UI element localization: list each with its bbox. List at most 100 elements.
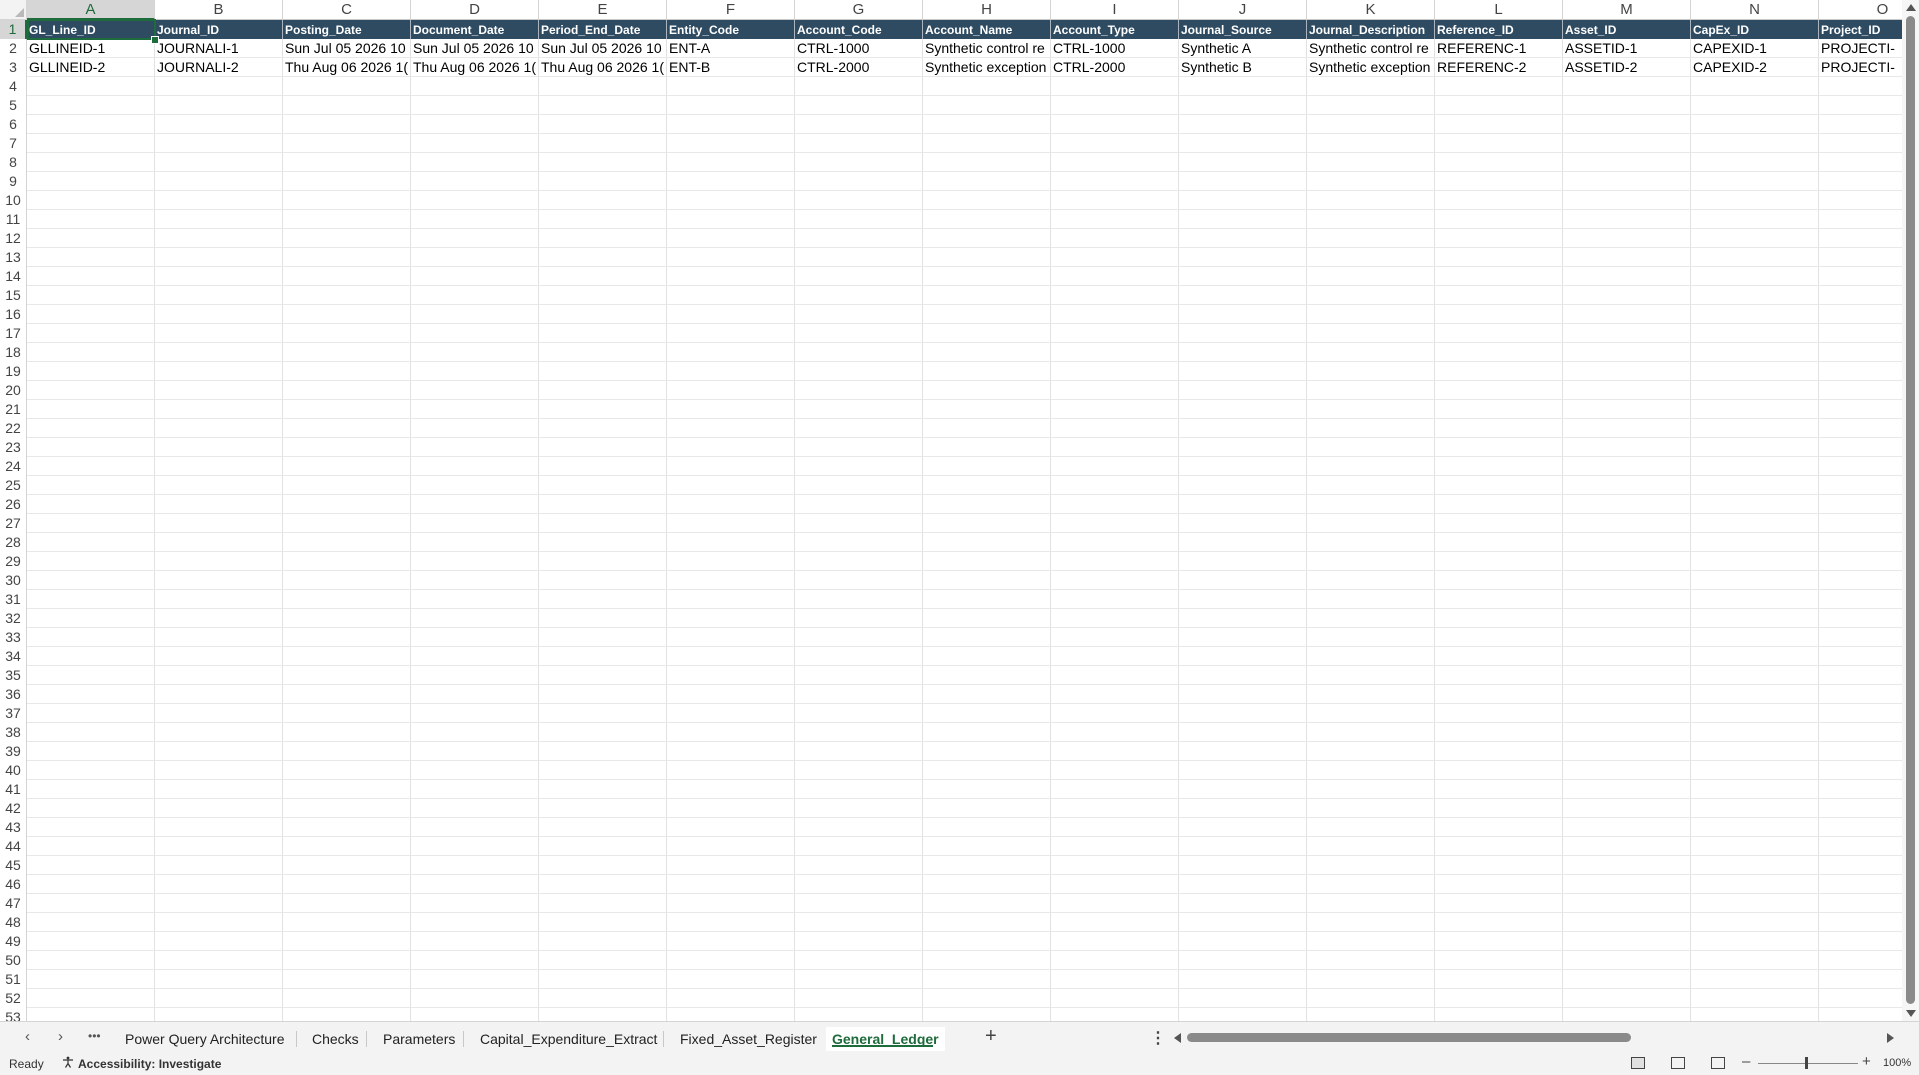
row-header[interactable]: 27 <box>0 514 27 533</box>
data-cell[interactable]: Sun Jul 05 2026 10 <box>411 39 539 58</box>
data-cell[interactable]: CTRL-1000 <box>795 39 923 58</box>
tab-general-ledger[interactable]: General_Ledger <box>826 1027 945 1051</box>
next-sheet-icon[interactable]: › <box>58 1028 63 1045</box>
header-cell[interactable]: Journal_Description <box>1307 20 1435 39</box>
header-cell[interactable]: Posting_Date <box>283 20 411 39</box>
row-header[interactable]: 6 <box>0 115 27 134</box>
row-header[interactable]: 53 <box>0 1008 27 1021</box>
data-cell[interactable]: Synthetic control re <box>1307 39 1435 58</box>
header-cell[interactable]: Asset_ID <box>1563 20 1691 39</box>
data-cell[interactable]: CTRL-2000 <box>795 58 923 77</box>
row-header[interactable]: 23 <box>0 438 27 457</box>
row-header[interactable]: 40 <box>0 761 27 780</box>
row-header[interactable]: 52 <box>0 989 27 1008</box>
data-cell[interactable]: CAPEXID-2 <box>1691 58 1819 77</box>
row-header[interactable]: 1 <box>0 20 27 39</box>
row-header[interactable]: 38 <box>0 723 27 742</box>
zoom-in-button[interactable]: + <box>1862 1053 1871 1070</box>
tab-fixed-asset-register[interactable]: Fixed_Asset_Register <box>680 1027 817 1051</box>
row-header[interactable]: 44 <box>0 837 27 856</box>
data-cell[interactable]: Thu Aug 06 2026 1( <box>283 58 411 77</box>
prev-sheet-icon[interactable]: ‹ <box>25 1028 30 1045</box>
scroll-right-icon[interactable] <box>1887 1033 1894 1043</box>
column-header[interactable]: F <box>667 0 795 20</box>
data-cell[interactable]: ENT-A <box>667 39 795 58</box>
row-header[interactable]: 26 <box>0 495 27 514</box>
row-header[interactable]: 35 <box>0 666 27 685</box>
header-cell[interactable]: Entity_Code <box>667 20 795 39</box>
row-header[interactable]: 8 <box>0 153 27 172</box>
header-cell[interactable]: Journal_Source <box>1179 20 1307 39</box>
data-cell[interactable]: Synthetic A <box>1179 39 1307 58</box>
row-header[interactable]: 51 <box>0 970 27 989</box>
row-header[interactable]: 18 <box>0 343 27 362</box>
column-header[interactable]: G <box>795 0 923 20</box>
row-header[interactable]: 24 <box>0 457 27 476</box>
row-header[interactable]: 43 <box>0 818 27 837</box>
header-cell[interactable]: Journal_ID <box>155 20 283 39</box>
row-header[interactable]: 11 <box>0 210 27 229</box>
tab-power-query-architecture[interactable]: Power Query Architecture <box>125 1027 285 1051</box>
row-header[interactable]: 39 <box>0 742 27 761</box>
zoom-out-button[interactable]: – <box>1742 1053 1750 1070</box>
data-cell[interactable]: ASSETID-1 <box>1563 39 1691 58</box>
header-cell[interactable]: Period_End_Date <box>539 20 667 39</box>
select-all-corner[interactable] <box>0 0 27 20</box>
row-header[interactable]: 34 <box>0 647 27 666</box>
header-cell[interactable]: Document_Date <box>411 20 539 39</box>
data-cell[interactable]: CTRL-1000 <box>1051 39 1179 58</box>
data-cell[interactable]: Sun Jul 05 2026 10 <box>539 39 667 58</box>
row-header[interactable]: 19 <box>0 362 27 381</box>
data-cell[interactable]: Sun Jul 05 2026 10 <box>283 39 411 58</box>
column-header[interactable]: A <box>27 0 155 20</box>
column-header[interactable]: K <box>1307 0 1435 20</box>
data-cell[interactable]: ASSETID-2 <box>1563 58 1691 77</box>
row-header[interactable]: 21 <box>0 400 27 419</box>
header-cell[interactable]: Account_Type <box>1051 20 1179 39</box>
row-header[interactable]: 14 <box>0 267 27 286</box>
normal-view-icon[interactable] <box>1631 1057 1645 1069</box>
tab-capital-expenditure-extract[interactable]: Capital_Expenditure_Extract <box>480 1027 657 1051</box>
scroll-down-icon[interactable] <box>1906 1010 1916 1017</box>
column-header[interactable]: H <box>923 0 1051 20</box>
more-sheets-icon[interactable]: ••• <box>88 1029 101 1043</box>
row-header[interactable]: 22 <box>0 419 27 438</box>
row-header[interactable]: 28 <box>0 533 27 552</box>
vertical-scroll-thumb[interactable] <box>1906 16 1915 1004</box>
column-header[interactable]: N <box>1691 0 1819 20</box>
row-header[interactable]: 13 <box>0 248 27 267</box>
page-layout-view-icon[interactable] <box>1671 1057 1685 1069</box>
worksheet-grid[interactable]: ABCDEFGHIJKLMNO 1 2 3 4 5 6 7 8 9 10 11 12 13 14 15 16 1… <box>0 0 1919 1021</box>
accessibility-status[interactable]: Accessibility: Investigate <box>78 1057 221 1071</box>
row-header[interactable]: 7 <box>0 134 27 153</box>
data-cell[interactable]: Synthetic exception <box>923 58 1051 77</box>
row-header[interactable]: 25 <box>0 476 27 495</box>
row-header[interactable]: 16 <box>0 305 27 324</box>
row-header[interactable]: 30 <box>0 571 27 590</box>
fill-handle[interactable] <box>151 36 159 44</box>
row-header[interactable]: 3 <box>0 58 27 77</box>
row-header[interactable]: 46 <box>0 875 27 894</box>
header-cell[interactable]: Account_Name <box>923 20 1051 39</box>
header-cell[interactable]: Account_Code <box>795 20 923 39</box>
data-cell[interactable]: GLLINEID-2 <box>27 58 155 77</box>
zoom-slider-thumb[interactable] <box>1805 1057 1808 1069</box>
column-header[interactable]: B <box>155 0 283 20</box>
data-cell[interactable]: Thu Aug 06 2026 1( <box>539 58 667 77</box>
data-cell[interactable]: Synthetic control re <box>923 39 1051 58</box>
row-header[interactable]: 36 <box>0 685 27 704</box>
row-header[interactable]: 17 <box>0 324 27 343</box>
zoom-slider-track[interactable] <box>1758 1063 1858 1064</box>
row-header[interactable]: 48 <box>0 913 27 932</box>
row-header[interactable]: 49 <box>0 932 27 951</box>
column-header[interactable]: I <box>1051 0 1179 20</box>
row-header[interactable]: 4 <box>0 77 27 96</box>
row-header[interactable]: 31 <box>0 590 27 609</box>
column-header[interactable]: E <box>539 0 667 20</box>
row-header[interactable]: 10 <box>0 191 27 210</box>
vertical-scrollbar[interactable] <box>1902 0 1919 1021</box>
row-header[interactable]: 33 <box>0 628 27 647</box>
column-header[interactable]: D <box>411 0 539 20</box>
data-cell[interactable]: JOURNALI-1 <box>155 39 283 58</box>
row-header[interactable]: 9 <box>0 172 27 191</box>
